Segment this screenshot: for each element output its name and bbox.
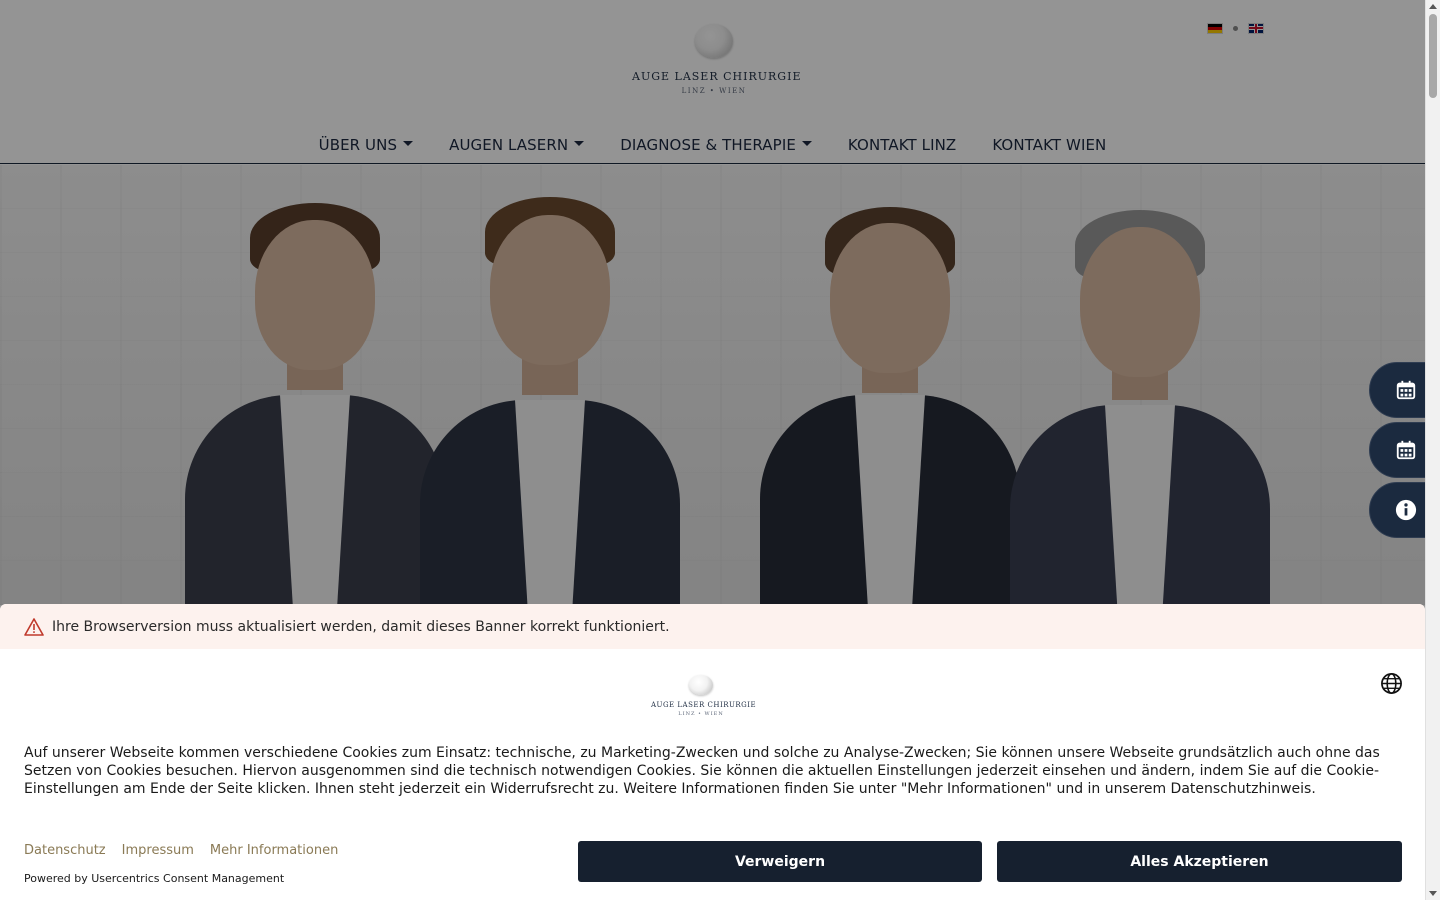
page-scrollbar[interactable] [1425, 0, 1440, 900]
language-globe-icon[interactable] [1380, 672, 1403, 695]
more-info-link[interactable]: Mehr Informationen [210, 843, 338, 858]
calendar-icon [1396, 440, 1416, 460]
cookie-links: Datenschutz Impressum Mehr Informationen [24, 843, 338, 858]
cookie-consent-banner: Ihre Browserversion muss aktualisiert we… [0, 604, 1425, 900]
info-button[interactable] [1369, 482, 1429, 538]
calendar-icon [1396, 380, 1416, 400]
banner-logo: AUGE LASER CHIRURGIE LINZ • WIEN [651, 675, 757, 717]
browser-warning-text: Ihre Browserversion muss aktualisiert we… [52, 618, 670, 635]
deny-button[interactable]: Verweigern [578, 841, 982, 882]
scroll-up-arrow-icon[interactable] [1429, 4, 1437, 9]
cookie-description: Auf unserer Webseite kommen verschiedene… [24, 745, 1380, 797]
browser-warning-bar: Ihre Browserversion muss aktualisiert we… [0, 604, 1425, 649]
scrollbar-thumb[interactable] [1429, 14, 1437, 98]
info-icon [1395, 499, 1417, 521]
warning-triangle-icon [24, 617, 44, 636]
privacy-link[interactable]: Datenschutz [24, 843, 106, 858]
scroll-down-arrow-icon[interactable] [1429, 891, 1437, 896]
imprint-link[interactable]: Impressum [122, 843, 194, 858]
appointment-linz-button[interactable] [1369, 362, 1429, 418]
powered-by-text: Powered by Usercentrics Consent Manageme… [24, 872, 285, 885]
accept-all-button[interactable]: Alles Akzeptieren [997, 841, 1402, 882]
banner-logo-title: AUGE LASER CHIRURGIE [651, 701, 757, 709]
appointment-wien-button[interactable] [1369, 422, 1429, 478]
logo-lens-icon [689, 675, 713, 695]
banner-logo-subtitle: LINZ • WIEN [678, 711, 724, 717]
